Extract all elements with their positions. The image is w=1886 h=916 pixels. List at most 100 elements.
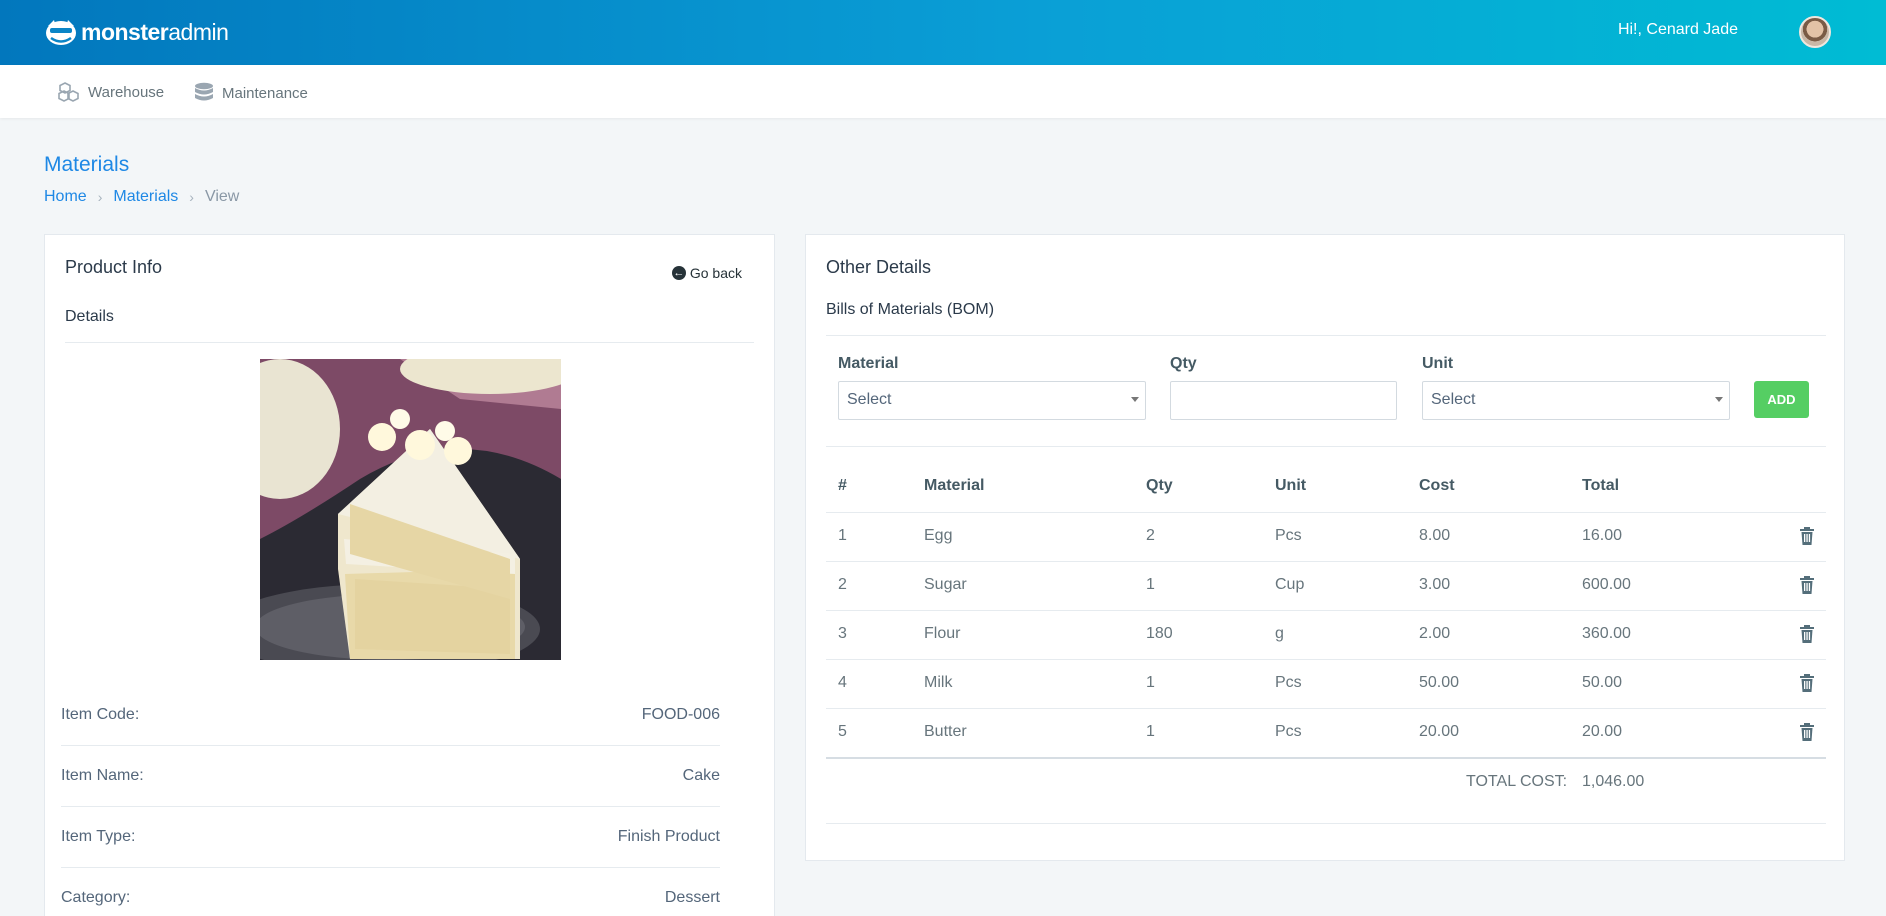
table-row: 3 Flour 180 g 2.00 360.00 <box>826 610 1826 659</box>
go-back-label: Go back <box>689 265 742 281</box>
info-label: Category: <box>61 889 131 906</box>
qty-label: Qty <box>1170 355 1197 372</box>
other-details-title: Other Details <box>826 257 932 277</box>
brand-bold: monster <box>81 18 169 45</box>
add-button[interactable]: ADD <box>1754 381 1809 418</box>
chevron-right-icon: › <box>97 189 103 205</box>
info-value: Finish Product <box>617 828 720 845</box>
nav-label-maintenance: Maintenance <box>222 84 308 102</box>
trash-icon[interactable] <box>1800 723 1814 741</box>
cell-unit: Pcs <box>1275 723 1302 740</box>
col-header-material: Material <box>924 477 985 494</box>
go-back-button[interactable]: ← Go back <box>671 265 742 281</box>
cell-number: 2 <box>838 576 847 593</box>
unit-label: Unit <box>1422 355 1454 372</box>
trash-icon[interactable] <box>1800 527 1814 545</box>
info-row-category: Category: Dessert <box>61 868 720 916</box>
cell-cost: 50.00 <box>1419 674 1460 691</box>
cell-material: Milk <box>924 674 953 691</box>
info-label: Item Code: <box>61 706 140 723</box>
col-header-qty: Qty <box>1146 477 1173 494</box>
breadcrumb: Home › Materials › View <box>44 188 239 206</box>
cell-material: Sugar <box>924 576 967 593</box>
table-row: 1 Egg 2 Pcs 8.00 16.00 <box>826 512 1826 561</box>
divider <box>826 823 1826 824</box>
cell-qty: 180 <box>1146 625 1173 642</box>
info-label: Item Type: <box>61 828 136 845</box>
total-cost-value: 1,046.00 <box>1582 773 1645 790</box>
table-bottom-border <box>826 757 1826 759</box>
cell-unit: Pcs <box>1275 674 1302 691</box>
cell-cost: 8.00 <box>1419 527 1451 544</box>
cell-number: 5 <box>838 723 847 740</box>
divider <box>826 335 1826 336</box>
col-header-number: # <box>838 477 847 494</box>
monster-logo-icon <box>46 20 76 45</box>
cell-total: 50.00 <box>1582 674 1623 691</box>
info-value: Dessert <box>664 889 720 906</box>
cell-total: 16.00 <box>1582 527 1623 544</box>
breadcrumb-current: View <box>204 188 240 205</box>
page-title: Materials <box>44 153 130 176</box>
qty-input[interactable] <box>1170 381 1397 420</box>
cell-cost: 20.00 <box>1419 723 1460 740</box>
cell-qty: 2 <box>1146 527 1155 544</box>
info-value: FOOD-006 <box>641 706 720 723</box>
cell-number: 4 <box>838 674 847 691</box>
product-info-title: Product Info <box>65 257 163 277</box>
trash-icon[interactable] <box>1800 576 1814 594</box>
cell-total: 600.00 <box>1582 576 1631 593</box>
brand-logo[interactable]: monster admin <box>43 15 229 49</box>
brand-light: admin <box>168 18 229 45</box>
unit-select[interactable]: Select <box>1422 381 1730 420</box>
trash-icon[interactable] <box>1800 625 1814 643</box>
product-info-card: Product Info ← Go back Details Item Code… <box>44 234 775 916</box>
cell-total: 20.00 <box>1582 723 1623 740</box>
main-navbar: Warehouse Maintenance <box>0 65 1886 118</box>
table-row: 4 Milk 1 Pcs 50.00 50.00 <box>826 659 1826 708</box>
col-header-total: Total <box>1582 477 1620 494</box>
bom-heading: Bills of Materials (BOM) <box>826 301 995 318</box>
col-header-cost: Cost <box>1419 477 1455 494</box>
arrow-left-circle-icon: ← <box>671 266 686 280</box>
cell-number: 3 <box>838 625 847 642</box>
cell-cost: 3.00 <box>1419 576 1451 593</box>
trash-icon[interactable] <box>1800 674 1814 692</box>
caret-down-icon <box>1131 397 1139 402</box>
info-label: Item Name: <box>61 767 144 784</box>
product-image <box>260 359 561 660</box>
breadcrumb-materials[interactable]: Materials <box>113 188 178 206</box>
cell-unit: g <box>1275 625 1284 642</box>
divider <box>65 342 754 343</box>
material-select-value: Select <box>847 391 892 408</box>
user-avatar[interactable] <box>1799 16 1831 48</box>
user-greeting: Hi!, Cenard Jade <box>1617 21 1738 38</box>
table-row: 2 Sugar 1 Cup 3.00 600.00 <box>826 561 1826 610</box>
database-icon <box>195 82 213 101</box>
material-label: Material <box>838 355 899 372</box>
cell-material: Butter <box>924 723 967 740</box>
unit-select-value: Select <box>1431 391 1476 408</box>
info-row-item-name: Item Name: Cake <box>61 746 720 807</box>
cell-material: Egg <box>924 527 953 544</box>
caret-down-icon <box>1715 397 1723 402</box>
cell-number: 1 <box>838 527 847 544</box>
boxes-icon <box>58 82 79 102</box>
cell-material: Flour <box>924 625 961 642</box>
chevron-right-icon: › <box>189 189 194 205</box>
info-row-item-code: Item Code: FOOD-006 <box>61 685 720 746</box>
info-row-item-type: Item Type: Finish Product <box>61 807 720 868</box>
total-cost-label: TOTAL COST: <box>1466 773 1568 790</box>
divider <box>826 446 1826 447</box>
details-heading: Details <box>65 308 114 325</box>
cell-total: 360.00 <box>1582 625 1631 642</box>
nav-item-maintenance[interactable]: Maintenance <box>194 82 308 104</box>
cell-unit: Pcs <box>1275 527 1302 544</box>
col-header-unit: Unit <box>1275 477 1307 494</box>
breadcrumb-home[interactable]: Home <box>44 188 87 206</box>
cell-qty: 1 <box>1146 576 1155 593</box>
top-header: monster admin Hi!, Cenard Jade <box>0 0 1886 65</box>
nav-item-warehouse[interactable]: Warehouse <box>58 82 164 102</box>
other-details-card: Other Details Bills of Materials (BOM) M… <box>805 234 1845 861</box>
material-select[interactable]: Select <box>838 381 1146 420</box>
